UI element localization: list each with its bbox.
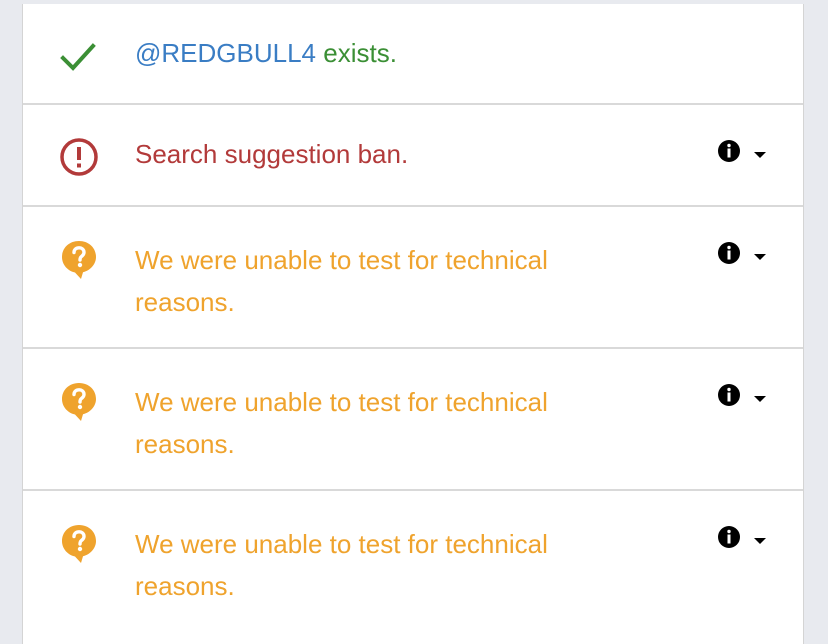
username-handle[interactable]: @REDGBULL4 — [135, 38, 316, 68]
result-row-search-suggestion-ban: Search suggestion ban. — [23, 105, 803, 207]
chevron-down-icon[interactable] — [753, 147, 767, 158]
check-icon — [57, 34, 101, 78]
chevron-down-icon[interactable] — [753, 533, 767, 544]
question-bubble-icon — [57, 521, 101, 565]
info-icon[interactable] — [717, 525, 741, 549]
result-message: @REDGBULL4 exists. — [135, 32, 605, 74]
result-message: We were unable to test for technical rea… — [135, 245, 548, 317]
exists-label: exists. — [316, 38, 397, 68]
exclamation-circle-icon — [57, 135, 101, 179]
info-icon[interactable] — [717, 139, 741, 163]
chevron-down-icon[interactable] — [753, 391, 767, 402]
result-row-technical-unable: We were unable to test for technical rea… — [23, 349, 803, 491]
question-bubble-icon — [57, 237, 101, 281]
result-message: We were unable to test for technical rea… — [135, 387, 548, 459]
chevron-down-icon[interactable] — [753, 249, 767, 260]
info-icon[interactable] — [717, 383, 741, 407]
details-toggle[interactable] — [713, 525, 773, 551]
result-row-technical-unable: We were unable to test for technical rea… — [23, 207, 803, 349]
result-message: We were unable to test for technical rea… — [135, 529, 548, 601]
question-bubble-icon — [57, 379, 101, 423]
result-message: Search suggestion ban. — [135, 139, 409, 169]
result-row-exists: @REDGBULL4 exists. — [23, 4, 803, 105]
details-toggle[interactable] — [713, 383, 773, 409]
details-toggle[interactable] — [713, 139, 773, 165]
info-icon[interactable] — [717, 241, 741, 265]
results-card: @REDGBULL4 exists. Search suggestion ban… — [22, 4, 804, 644]
result-row-technical-unable: We were unable to test for technical rea… — [23, 491, 803, 641]
details-toggle[interactable] — [713, 241, 773, 267]
